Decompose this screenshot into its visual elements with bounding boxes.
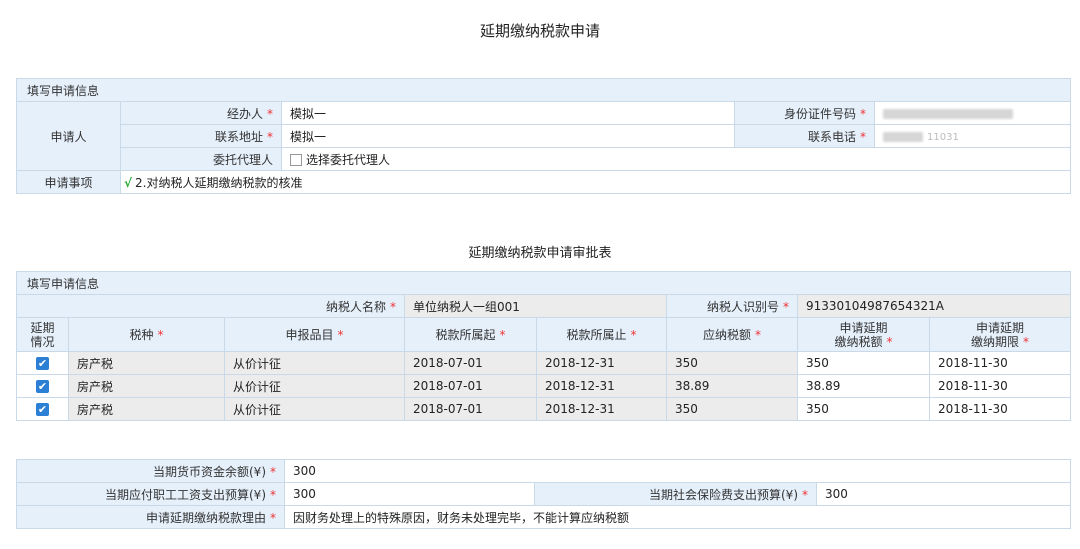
required-mark: *: [755, 327, 761, 342]
funds-form: 当期货币资金余额(¥) * 300 当期应付职工工资支出预算(¥) * 300 当期…: [16, 459, 1072, 529]
required-mark: *: [630, 327, 637, 342]
required-mark: *: [267, 106, 273, 121]
id-number-label: 身份证件号码 *: [734, 101, 875, 125]
cell-amount-due: 350: [666, 397, 798, 421]
col-header-period-start: 税款所属起 *: [404, 317, 537, 352]
taxpayer-name-label: 纳税人名称 *: [16, 294, 405, 318]
cell-tax-type: 房产税: [68, 374, 225, 398]
proxy-label: 委托代理人: [120, 147, 282, 171]
taxpayer-name-value: 单位纳税人一组001: [404, 294, 667, 318]
row-checkbox-cell[interactable]: ✔: [16, 374, 69, 398]
cell-item: 从价计征: [224, 397, 405, 421]
cell-deferred-deadline-input[interactable]: 2018-11-30: [928, 351, 1072, 375]
reason-input[interactable]: 因财务处理上的特殊原因，财务未处理完毕，不能计算应纳税额: [283, 505, 1072, 529]
payroll-budget-label: 当期应付职工工资支出预算(¥) *: [16, 482, 285, 506]
cell-deferred-amount-input[interactable]: 38.89: [797, 374, 930, 398]
proxy-checkbox-label: 选择委托代理人: [306, 152, 391, 167]
agent-label: 经办人 *: [120, 101, 282, 125]
row-checkbox-cell[interactable]: ✔: [16, 397, 69, 421]
cell-tax-type: 房产税: [68, 351, 225, 375]
phone-field[interactable]: 11031: [874, 124, 1071, 148]
cell-period-end: 2018-12-31: [536, 351, 667, 375]
cell-deferred-deadline-input[interactable]: 2018-11-30: [928, 397, 1072, 421]
id-number-field[interactable]: [874, 101, 1071, 125]
row-checkbox-cell[interactable]: ✔: [16, 351, 69, 375]
approval-table: 填写申请信息 纳税人名称 * 单位纳税人一组001 纳税人识别号 * 9133010…: [15, 271, 1072, 421]
checked-checkbox-icon[interactable]: ✔: [36, 380, 49, 393]
page-title: 延期缴纳税款申请: [479, 22, 600, 40]
matter-label: 申请事项: [16, 170, 121, 194]
required-mark: *: [1023, 334, 1030, 349]
cell-amount-due: 350: [666, 351, 798, 375]
col-header-tax-type: 税种 *: [68, 317, 225, 352]
approval-table-title: 延期缴纳税款申请审批表: [468, 246, 612, 261]
checked-checkbox-icon[interactable]: ✔: [36, 403, 49, 416]
address-field[interactable]: 模拟一: [281, 124, 735, 148]
approval-section-header: 填写申请信息: [15, 271, 1072, 295]
required-mark: *: [337, 327, 344, 342]
cash-balance-input[interactable]: 300: [283, 459, 1072, 483]
cell-period-start: 2018-07-01: [404, 397, 537, 421]
required-mark: *: [499, 327, 506, 342]
required-mark: *: [783, 299, 789, 314]
taxpayer-id-value: 91330104987654321A: [796, 294, 1072, 318]
cell-tax-type: 房产税: [68, 397, 225, 421]
cell-period-start: 2018-07-01: [404, 351, 537, 375]
agent-field[interactable]: 模拟一: [281, 101, 735, 125]
required-mark: *: [390, 299, 396, 314]
checked-checkbox-icon[interactable]: ✔: [36, 357, 49, 370]
required-mark: *: [886, 334, 893, 349]
col-header-status: 延期 情况: [16, 317, 69, 352]
phone-label: 联系电话 *: [734, 124, 875, 148]
applicant-section-header: 填写申请信息: [16, 78, 1071, 102]
table-row: ✔ 房产税 从价计征 2018-07-01 2018-12-31 38.89 3…: [16, 374, 1072, 398]
cell-deferred-deadline-input[interactable]: 2018-11-30: [928, 374, 1072, 398]
cell-deferred-amount-input[interactable]: 350: [797, 397, 930, 421]
cell-deferred-amount-input[interactable]: 350: [797, 351, 930, 375]
cash-balance-label: 当期货币资金余额(¥) *: [16, 459, 285, 483]
required-mark: *: [270, 464, 276, 479]
phone-partial: 11031: [927, 132, 959, 143]
taxpayer-id-label: 纳税人识别号 *: [666, 294, 798, 318]
required-mark: *: [802, 487, 808, 502]
payroll-budget-input[interactable]: 300: [284, 482, 535, 506]
col-header-item: 申报品目 *: [224, 317, 405, 352]
proxy-checkbox[interactable]: [290, 153, 302, 166]
cell-item: 从价计征: [224, 351, 405, 375]
applicant-group-label: 申请人: [16, 101, 121, 171]
required-mark: *: [270, 510, 276, 525]
table-row: ✔ 房产税 从价计征 2018-07-01 2018-12-31 350 350…: [16, 351, 1072, 375]
col-header-deferred-amount: 申请延期 缴纳税额 *: [797, 317, 930, 352]
cell-period-end: 2018-12-31: [536, 397, 667, 421]
required-mark: *: [157, 327, 164, 342]
col-header-amount-due: 应纳税额 *: [666, 317, 798, 352]
cell-period-end: 2018-12-31: [536, 374, 667, 398]
cell-amount-due: 38.89: [666, 374, 798, 398]
required-mark: *: [267, 129, 273, 144]
social-insurance-input[interactable]: 300: [815, 482, 1072, 506]
required-mark: *: [860, 106, 866, 121]
cell-item: 从价计征: [224, 374, 405, 398]
col-header-deferred-deadline: 申请延期 缴纳期限 *: [928, 317, 1072, 352]
reason-label: 申请延期缴纳税款理由 *: [16, 505, 285, 529]
required-mark: *: [860, 129, 866, 144]
redacted-id-number: [883, 108, 1013, 119]
cell-period-start: 2018-07-01: [404, 374, 537, 398]
required-mark: *: [270, 487, 276, 502]
address-label: 联系地址 *: [120, 124, 282, 148]
redacted-phone: [883, 131, 923, 142]
check-icon: √: [124, 175, 133, 190]
social-insurance-label: 当期社会保险费支出预算(¥) *: [534, 482, 817, 506]
table-row: ✔ 房产税 从价计征 2018-07-01 2018-12-31 350 350…: [16, 397, 1072, 421]
col-header-period-end: 税款所属止 *: [536, 317, 667, 352]
applicant-form: 填写申请信息 申请人 经办人 * 模拟一 身份证件号码 * 联系地址 * 模拟一 联系…: [16, 78, 1071, 194]
matter-value: √ 2.对纳税人延期缴纳税款的核准: [120, 170, 1071, 194]
proxy-checkbox-field[interactable]: 选择委托代理人: [281, 147, 1071, 171]
